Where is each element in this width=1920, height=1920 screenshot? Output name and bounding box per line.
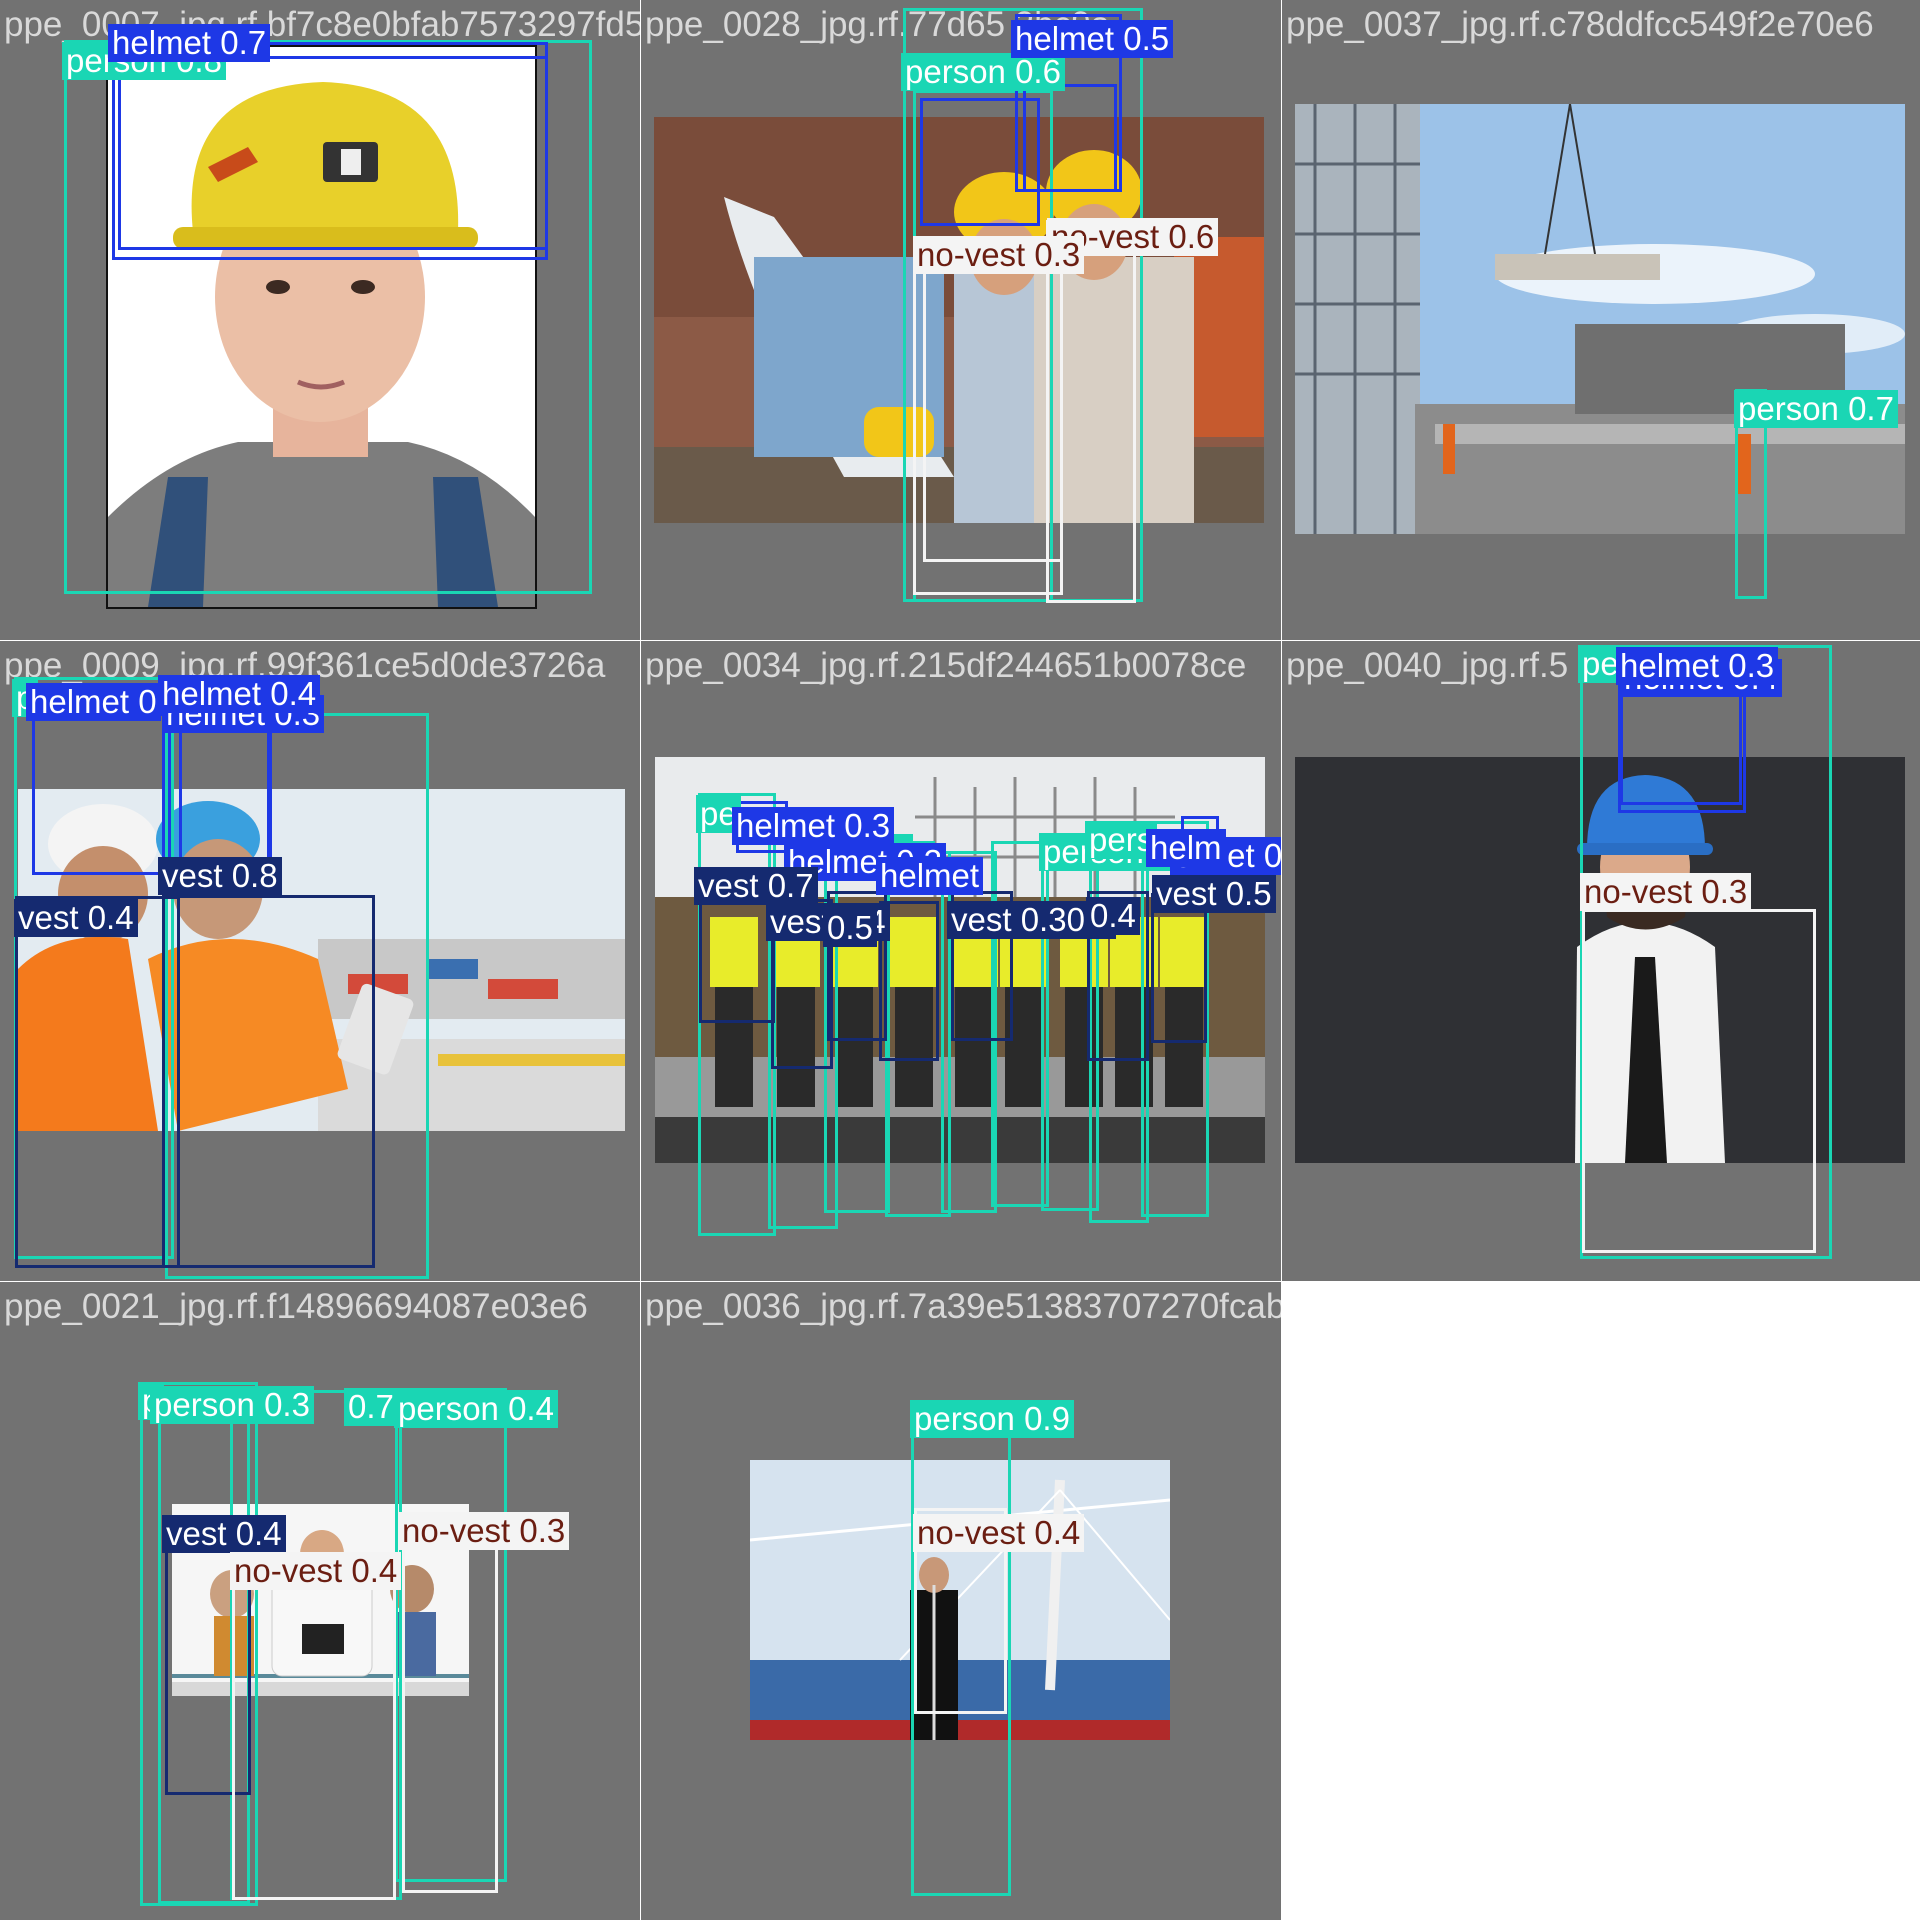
tile-6: ppe_0040_jpg.rf.5 5aad31 pe helmet 0.4 h… — [1282, 641, 1920, 1281]
tile-5-helmet-label-5: helm — [1146, 829, 1226, 867]
tile-3-filename: ppe_0037_jpg.rf.c78ddfcc549f2e70e6 — [1286, 5, 1874, 44]
tile-7-person-label-4: person 0.4 — [394, 1390, 558, 1428]
tile-2: ppe_0028_jpg.rf.77d65 3bc9a person 0.6 h… — [641, 0, 1281, 640]
tile-7-vest-label: vest 0.4 — [162, 1515, 286, 1553]
tile-5: ppe_0034_jpg.rf.215df244651b0078ce pe pe… — [641, 641, 1281, 1281]
tile-3: ppe_0037_jpg.rf.c78ddfcc549f2e70e6 perso… — [1282, 0, 1920, 640]
tile-5-vest-label-3: 0.5 — [823, 909, 877, 947]
tile-4-helmet-label-3: helmet 0.4 — [158, 675, 321, 713]
tile-2-novest-box-2 — [923, 268, 1063, 562]
tile-3-photo — [1295, 104, 1905, 534]
tile-5-vest-label-6: vest 0.5 — [1152, 875, 1276, 913]
tile-7-novest-label-2: no-vest 0.3 — [398, 1512, 570, 1550]
tile-7-novest-box — [232, 1582, 396, 1900]
tile-4-vest-label: vest 0.8 — [158, 857, 282, 895]
tile-6-novest-box — [1582, 909, 1816, 1253]
tile-5-helmet-label: helmet 0.3 — [732, 807, 895, 845]
tile-7-person-label-2: person 0.3 — [150, 1386, 314, 1424]
tile-4: ppe_0009_jpg.rf.99f361ce5d0de3726a p hel… — [0, 641, 640, 1281]
tile-6-novest-label: no-vest 0.3 — [1580, 873, 1752, 911]
tile-1-helmet-label: helmet 0.7 — [108, 24, 271, 62]
tile-7-novest-box-2 — [402, 1545, 498, 1893]
tile-8-person-label: person 0.9 — [910, 1400, 1074, 1438]
tile-6-helmet-box-2 — [1620, 685, 1742, 805]
tile-4-helmet-box — [32, 713, 182, 875]
tile-8-novest-label: no-vest 0.4 — [913, 1514, 1085, 1552]
tile-8: ppe_0036_jpg.rf.7a39e51383707270fcab4c5e… — [641, 1282, 1281, 1920]
tile-5-vest-label: vest 0.7 — [694, 867, 818, 905]
tile-7: ppe_0021_jpg.rf.f14896694087e03e6 p pers… — [0, 1282, 640, 1920]
tile-4-vest-label-2: vest 0.4 — [14, 899, 138, 937]
tile-7-person-label-3: 0.7 — [344, 1388, 398, 1426]
tile-8-filename: ppe_0036_jpg.rf.7a39e51383707270fcab4c5e — [645, 1287, 1281, 1326]
tile-2-helmet-label: helmet 0.5 — [1011, 20, 1174, 58]
tile-5-filename: ppe_0034_jpg.rf.215df244651b0078ce — [645, 646, 1247, 685]
detection-grid: ppe_0007_jpg.rf.bf7c8e0bfab7573297fd5a40… — [0, 0, 1920, 1920]
tile-3-person-label: person 0.7 — [1734, 390, 1898, 428]
empty-cell — [1282, 1282, 1920, 1920]
tile-7-filename: ppe_0021_jpg.rf.f14896694087e03e6 — [4, 1287, 588, 1326]
tile-5-vest-box-7 — [1151, 893, 1207, 1043]
tile-1-helmet-box-2 — [118, 56, 548, 250]
tile-5-vest-label-5: 0.4 — [1086, 897, 1140, 935]
tile-2-novest-label-2: no-vest 0.3 — [913, 236, 1085, 274]
tile-6-helmet-label: helmet 0.3 — [1616, 647, 1779, 685]
tile-2-person-label: person 0.6 — [901, 53, 1065, 91]
tile-4-helmet-label: helmet 0 — [26, 683, 161, 721]
construction-site-image — [1295, 104, 1905, 534]
tile-7-novest-label: no-vest 0.4 — [230, 1552, 402, 1590]
tile-4-vest-box — [162, 895, 375, 1268]
tile-5-helmet-label-3: helmet — [876, 857, 984, 895]
tile-2-helmet-box-3 — [920, 98, 1040, 226]
tile-1: ppe_0007_jpg.rf.bf7c8e0bfab7573297fd5a40… — [0, 0, 640, 640]
tile-4-helmet-box-3 — [168, 721, 270, 871]
tile-4-vest-box-2 — [15, 896, 180, 1268]
tile-2-novest-box-3 — [1046, 220, 1136, 603]
